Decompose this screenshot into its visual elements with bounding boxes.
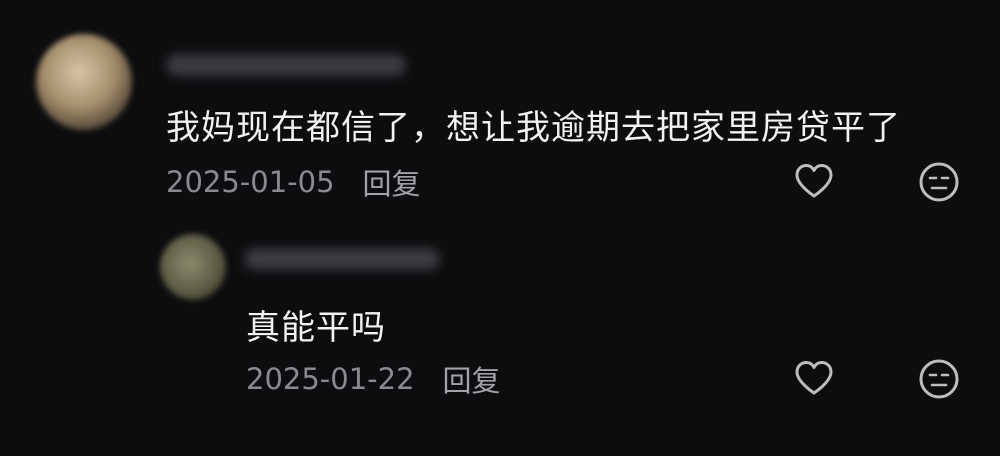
comment-meta: 2025-01-05 回复: [166, 161, 421, 203]
neutral-face-icon: [917, 160, 961, 204]
reply-button[interactable]: 回复: [443, 358, 501, 400]
avatar[interactable]: [160, 234, 226, 300]
comment-thread: 我妈现在都信了，想让我逾期去把家里房贷平了 2025-01-05 回复 真能平吗…: [0, 0, 1000, 456]
neutral-face-icon: [917, 357, 961, 401]
reply-button[interactable]: 回复: [363, 161, 421, 203]
comment-text: 真能平吗: [246, 308, 386, 348]
avatar[interactable]: [36, 34, 132, 130]
username-blurred[interactable]: [166, 54, 406, 76]
comment-date: 2025-01-05: [166, 165, 335, 199]
reaction-button[interactable]: [917, 160, 961, 204]
like-button[interactable]: [792, 357, 836, 401]
like-button[interactable]: [792, 160, 836, 204]
heart-icon: [792, 357, 836, 401]
username-blurred[interactable]: [244, 248, 440, 270]
comment-meta: 2025-01-22 回复: [246, 358, 501, 400]
heart-icon: [792, 160, 836, 204]
comment-date: 2025-01-22: [246, 362, 415, 396]
reaction-button[interactable]: [917, 357, 961, 401]
comment-text: 我妈现在都信了，想让我逾期去把家里房贷平了: [166, 108, 901, 148]
